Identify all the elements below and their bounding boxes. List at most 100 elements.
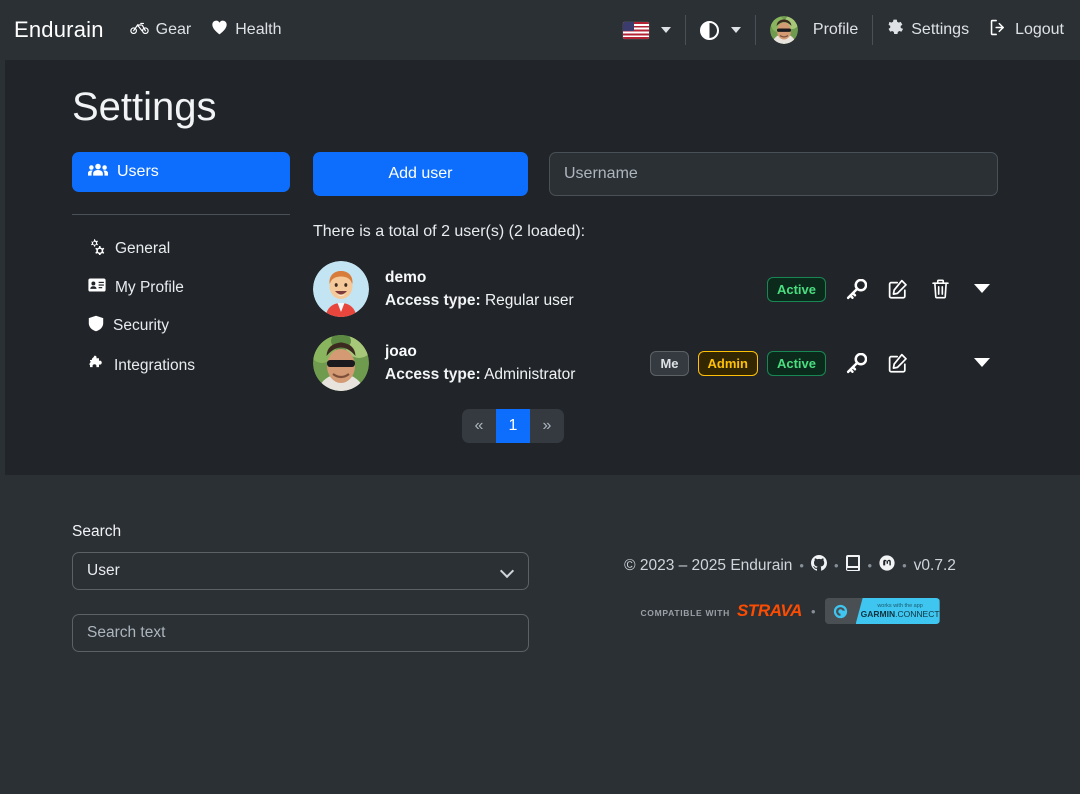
access-type-value: Regular user <box>484 291 574 309</box>
nav-label-health: Health <box>235 21 282 38</box>
page-footer: Search User © 2023 – 2025 Endurain • • <box>0 475 1080 794</box>
bicycle-icon <box>129 21 149 40</box>
username-search-input[interactable] <box>549 152 998 196</box>
strava-compatible-label: COMPATIBLE WITH <box>640 608 730 618</box>
app-window: Endurain Gear Health Profile Settings Lo… <box>0 0 1080 794</box>
pagination-prev[interactable]: « <box>462 409 496 443</box>
key-icon[interactable] <box>835 346 877 380</box>
sidebar-item-label: Integrations <box>114 356 195 374</box>
navbar-divider-1 <box>684 15 686 45</box>
garmin-brand-name: GARMIN <box>860 608 896 619</box>
puzzle-piece-icon <box>88 355 105 376</box>
nav-label-gear: Gear <box>155 21 192 38</box>
access-type-value: Administrator <box>484 365 576 383</box>
avatar <box>313 335 369 391</box>
users-toolbar: Add user <box>313 152 1003 196</box>
nav-item-settings[interactable]: Settings <box>887 19 969 41</box>
pagination-page-1[interactable]: 1 <box>496 409 530 443</box>
pagination-next[interactable]: » <box>530 409 564 443</box>
add-user-button[interactable]: Add user <box>313 152 528 196</box>
key-icon[interactable] <box>835 272 877 306</box>
page-title: Settings <box>72 85 217 129</box>
book-icon[interactable] <box>845 555 861 576</box>
nav-item-health[interactable]: Health <box>211 20 282 40</box>
status-badge: Active <box>766 276 826 302</box>
theme-selector[interactable] <box>699 20 741 40</box>
logout-icon <box>989 19 1008 41</box>
separator-dot: • <box>810 603 816 619</box>
garmin-text-block: works with the app GARMIN.CONNECT <box>855 598 940 624</box>
avatar <box>769 16 798 44</box>
sidebar-item-label: Users <box>117 163 159 180</box>
us-flag-icon <box>622 21 649 39</box>
sidebar-item-label: General <box>115 240 171 257</box>
chevron-down-icon <box>660 27 671 33</box>
partner-badges: COMPATIBLE WITH STRAVA • works with the … <box>560 598 1020 624</box>
nav-item-profile[interactable]: Profile <box>769 16 859 44</box>
admin-badge: Admin <box>697 350 758 376</box>
me-badge: Me <box>650 350 689 376</box>
nav-item-gear[interactable]: Gear <box>129 21 192 40</box>
main-content: Settings Users General My Profile Securi… <box>0 60 1080 475</box>
nav-label-profile: Profile <box>812 21 859 38</box>
navbar-right-group: Profile Settings Logout <box>622 15 1064 45</box>
chevron-down-icon[interactable] <box>961 346 1003 380</box>
nav-label-settings: Settings <box>911 21 970 38</box>
sidebar-divider <box>72 214 290 215</box>
sidebar-item-security[interactable]: Security <box>72 306 290 346</box>
search-label: Search <box>72 523 122 540</box>
left-edge-strip <box>0 60 5 475</box>
sidebar-item-general[interactable]: General <box>72 229 290 269</box>
row-actions: Active <box>766 272 1003 306</box>
brand-logo[interactable]: Endurain <box>14 17 104 43</box>
copyright-line: © 2023 – 2025 Endurain • • • • v0.7.2 <box>560 555 1020 576</box>
nav-item-logout[interactable]: Logout <box>989 19 1064 41</box>
pagination: « 1 » <box>313 409 713 443</box>
footer-info-section: © 2023 – 2025 Endurain • • • • v0.7.2 CO… <box>560 555 1020 624</box>
search-text-input[interactable] <box>72 614 529 652</box>
gear-icon <box>887 19 904 41</box>
sidebar-item-label: My Profile <box>115 278 184 296</box>
version-text: v0.7.2 <box>913 556 956 574</box>
users-panel: Add user There is a total of 2 user(s) (… <box>313 152 1003 443</box>
garmin-logo-icon <box>824 598 856 624</box>
separator-dot: • <box>799 558 804 573</box>
access-type-label: Access type: <box>385 291 481 309</box>
search-type-value: User <box>87 562 120 579</box>
trash-icon[interactable] <box>919 272 961 306</box>
navbar-divider-2 <box>754 15 756 45</box>
table-row: joao Access type: Administrator Me Admin… <box>313 333 1003 393</box>
search-type-select[interactable]: User <box>72 552 529 590</box>
chevron-down-icon <box>499 563 515 579</box>
garmin-brand-label: GARMIN.CONNECT <box>860 608 940 620</box>
separator-dot: • <box>867 558 873 573</box>
edit-icon[interactable] <box>877 346 919 380</box>
strava-badge[interactable]: COMPATIBLE WITH STRAVA <box>640 601 802 621</box>
sidebar-item-my-profile[interactable]: My Profile <box>72 269 290 306</box>
users-total-text: There is a total of 2 user(s) (2 loaded)… <box>313 223 586 240</box>
sidebar-item-integrations[interactable]: Integrations <box>72 346 290 385</box>
shield-icon <box>88 315 104 337</box>
user-info: demo Access type: Regular user <box>385 269 767 310</box>
user-info: joao Access type: Administrator <box>385 343 650 384</box>
github-icon[interactable] <box>810 555 827 576</box>
status-badge: Active <box>766 350 826 376</box>
separator-dot: • <box>902 558 907 573</box>
user-access-type: Access type: Administrator <box>385 366 650 384</box>
chevron-down-icon <box>730 27 741 33</box>
sidebar-item-users[interactable]: Users <box>72 152 290 192</box>
theme-contrast-icon <box>699 20 719 40</box>
row-actions: Me Admin Active <box>650 346 1003 380</box>
access-type-label: Access type: <box>385 365 481 383</box>
edit-icon[interactable] <box>877 272 919 306</box>
mastodon-icon[interactable] <box>879 555 895 576</box>
garmin-brand-suffix: .CONNECT <box>895 608 940 619</box>
garmin-connect-badge[interactable]: works with the app GARMIN.CONNECT <box>824 598 940 624</box>
copyright-text: © 2023 – 2025 Endurain <box>624 556 793 574</box>
chevron-down-icon[interactable] <box>961 272 1003 306</box>
settings-sidebar: Users General My Profile Security Integr… <box>72 152 290 385</box>
strava-wordmark: STRAVA <box>736 601 802 620</box>
avatar <box>313 261 369 317</box>
footer-search-section: Search User <box>72 523 529 652</box>
language-selector[interactable] <box>622 21 671 39</box>
